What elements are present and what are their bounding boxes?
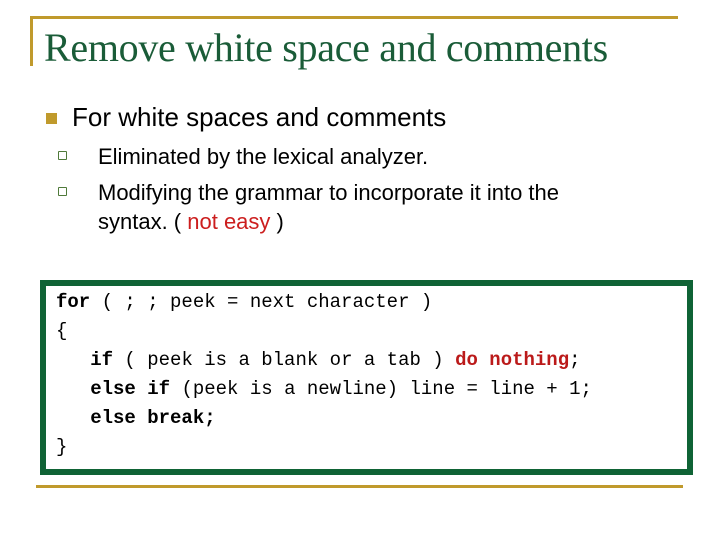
code-keyword: if [90,349,114,371]
code-line-4: else if (peek is a newline) line = line … [90,378,592,400]
bullet-level2-grammar: Modifying the grammar to incorporate it … [58,178,560,236]
code-line-2: { [56,320,68,342]
code-keyword: for [56,291,91,313]
code-line-5: else break; [56,407,216,429]
bottom-accent-rule [36,485,683,488]
bullet-level2-lexical: Eliminated by the lexical analyzer. [58,142,429,171]
slide-title: Remove white space and comments [44,25,608,70]
bullet-text-line2-prefix: syntax. ( [98,209,188,234]
code-keyword-highlight: do nothing [455,349,570,371]
bullet-text-line2-suffix: ) [270,209,284,234]
code-line-6: } [56,436,68,458]
hollow-square-bullet-icon [58,187,67,196]
code-block: for ( ; ; peek = next character ) { if (… [56,288,592,462]
bullet-text: For white spaces and comments [72,102,447,132]
left-accent-rule [30,16,33,66]
code-keyword: else if [90,378,171,400]
code-box: for ( ; ; peek = next character ) { if (… [40,280,693,475]
code-line-3: if ( peek is a blank or a tab ) do nothi… [90,349,581,371]
code-keyword: else break; [90,407,216,429]
code-line-1: for ( ; ; peek = next character ) [56,291,433,313]
hollow-square-bullet-icon [58,151,67,160]
filled-square-bullet-icon [46,113,57,124]
bullet-text: Eliminated by the lexical analyzer. [98,144,429,169]
top-accent-rule [30,16,678,19]
not-easy-highlight: not easy [187,209,271,234]
bullet-text: Modifying the grammar to incorporate it … [98,180,560,205]
